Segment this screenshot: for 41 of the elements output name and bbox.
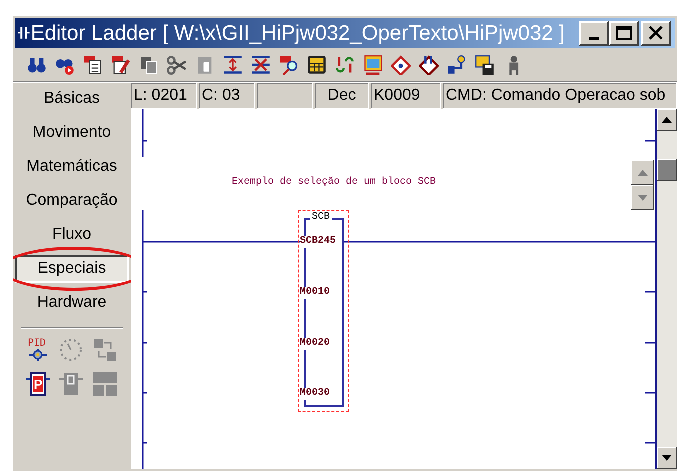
- arrows-icon[interactable]: [335, 54, 355, 74]
- base-field: Dec: [315, 83, 369, 109]
- palette-tab[interactable]: Fluxo: [15, 221, 129, 249]
- palette-tab[interactable]: Especiais: [15, 255, 129, 283]
- minimize-button[interactable]: [579, 20, 609, 46]
- document-icon[interactable]: [83, 54, 103, 74]
- line-field: L: 0201: [131, 83, 197, 109]
- scroll-down-button[interactable]: [657, 447, 677, 469]
- close-button[interactable]: [641, 20, 671, 46]
- insert-line-icon[interactable]: [223, 54, 243, 74]
- down-arrow-icon: [662, 455, 672, 461]
- down-arrow-icon: [638, 194, 648, 200]
- connector-icon[interactable]: [447, 54, 467, 74]
- up-arrow-icon: [638, 170, 648, 176]
- diamond-icon[interactable]: [419, 54, 439, 74]
- calculator-icon[interactable]: [307, 54, 327, 74]
- up-arrow-icon: [662, 117, 672, 123]
- pencil-icon[interactable]: [111, 54, 131, 74]
- palette-tab[interactable]: Matemáticas: [15, 153, 129, 181]
- rung-comment: Exemplo de seleção de um bloco SCB: [232, 176, 436, 190]
- maximize-button[interactable]: [609, 20, 639, 46]
- palette-tab[interactable]: Hardware: [15, 289, 129, 317]
- command-field: CMD: Comando Operacao sob: [443, 83, 677, 109]
- floppy-icon[interactable]: [475, 54, 495, 74]
- diamond-icon[interactable]: [391, 54, 411, 74]
- palette-tab[interactable]: Básicas: [15, 85, 129, 113]
- column-field: C: 03: [199, 83, 255, 109]
- delete-line-icon[interactable]: [251, 54, 271, 74]
- spin-up-button[interactable]: [631, 160, 654, 185]
- window-title: Editor Ladder [ W:\x\GII_HiPjw032_OperTexto\HiPjw032 ]: [30, 22, 565, 44]
- window-icon[interactable]: [363, 54, 383, 74]
- maximize-icon: [616, 26, 632, 40]
- magnifier-icon[interactable]: [279, 54, 299, 74]
- palette-tab[interactable]: Movimento: [15, 119, 129, 147]
- scroll-up-button[interactable]: [657, 109, 677, 131]
- spin-down-button[interactable]: [631, 185, 654, 210]
- minimize-icon: [589, 36, 599, 40]
- close-icon: [649, 26, 663, 40]
- constant-field: K0009: [371, 83, 441, 109]
- scroll-thumb[interactable]: [657, 159, 677, 181]
- palette-tab[interactable]: Comparação: [15, 187, 129, 215]
